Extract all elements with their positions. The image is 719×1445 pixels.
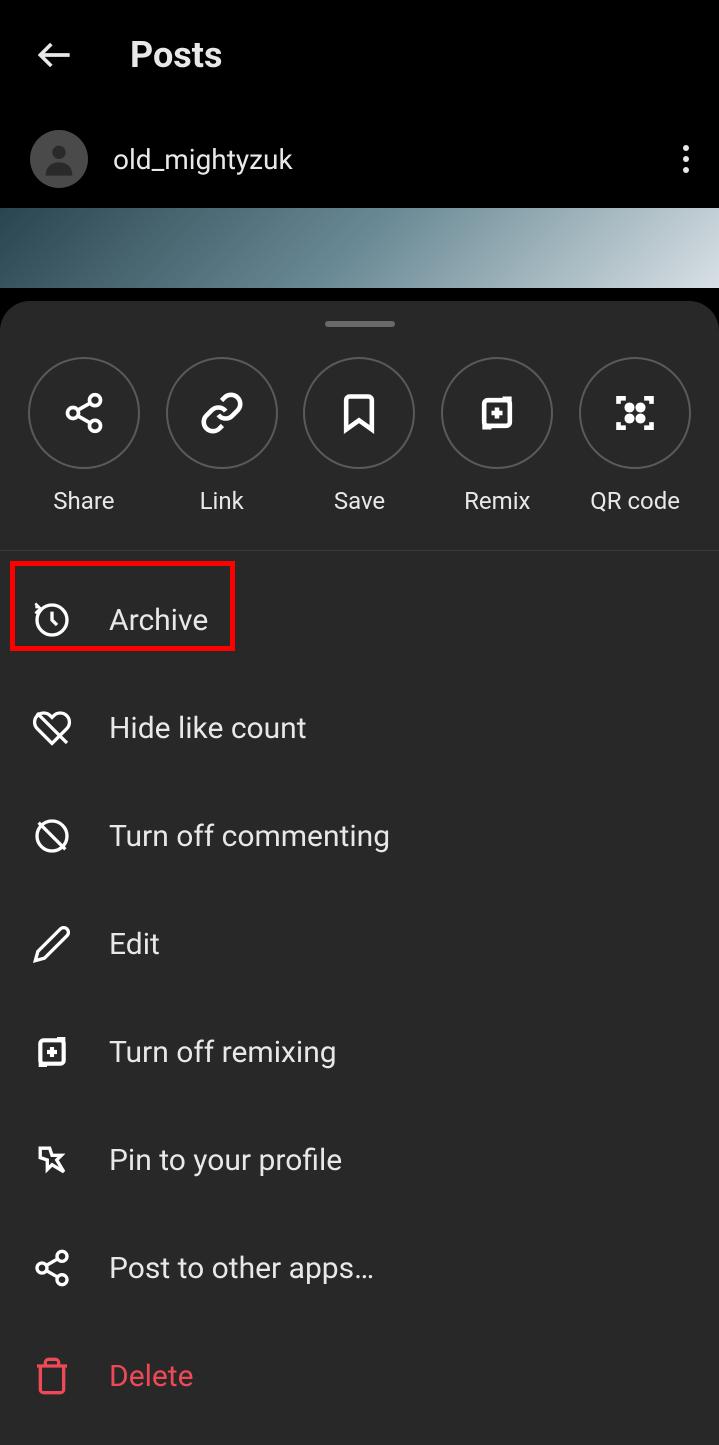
dot-icon <box>683 156 689 162</box>
dot-icon <box>683 167 689 173</box>
comment-off-icon <box>32 816 72 856</box>
qrcode-button[interactable]: QR code <box>579 357 691 515</box>
avatar[interactable] <box>30 130 88 188</box>
share-label: Share <box>53 487 114 515</box>
edit-menu-item[interactable]: Edit <box>0 890 719 998</box>
hide-likes-menu-item[interactable]: Hide like count <box>0 674 719 782</box>
remix-off-icon <box>32 1032 72 1072</box>
sheet-handle[interactable] <box>325 321 395 327</box>
more-options-button[interactable] <box>683 145 689 173</box>
turn-off-remix-label: Turn off remixing <box>109 1035 337 1070</box>
post-other-label: Post to other apps… <box>109 1251 374 1286</box>
trash-icon <box>32 1356 72 1396</box>
link-button[interactable]: Link <box>166 357 278 515</box>
turn-off-comments-menu-item[interactable]: Turn off commenting <box>0 782 719 890</box>
turn-off-remix-menu-item[interactable]: Turn off remixing <box>0 998 719 1106</box>
archive-label: Archive <box>109 603 208 638</box>
pencil-icon <box>32 924 72 964</box>
username[interactable]: old_mightyzuk <box>113 143 293 176</box>
edit-label: Edit <box>109 927 160 962</box>
share-button[interactable]: Share <box>28 357 140 515</box>
arrow-left-icon <box>33 33 77 77</box>
back-button[interactable] <box>30 30 80 80</box>
pin-icon <box>32 1140 72 1180</box>
heart-off-icon <box>32 708 72 748</box>
remix-label: Remix <box>464 487 530 515</box>
link-label: Link <box>200 487 244 515</box>
user-row: old_mightyzuk <box>0 110 719 208</box>
header: Posts <box>0 0 719 110</box>
share-nodes-icon <box>32 1248 72 1288</box>
menu-list: Archive Hide like count Turn off comment… <box>0 551 719 1445</box>
dot-icon <box>683 145 689 151</box>
link-icon <box>200 391 244 435</box>
delete-menu-item[interactable]: Delete <box>0 1322 719 1430</box>
share-icon <box>62 391 106 435</box>
save-button[interactable]: Save <box>303 357 415 515</box>
bottom-sheet: Share Link Save <box>0 301 719 1445</box>
remix-button[interactable]: Remix <box>441 357 553 515</box>
post-other-menu-item[interactable]: Post to other apps… <box>0 1214 719 1322</box>
hide-likes-label: Hide like count <box>109 711 307 746</box>
turn-off-comments-label: Turn off commenting <box>109 819 390 854</box>
save-label: Save <box>334 487 385 515</box>
archive-icon <box>32 600 72 640</box>
page-title: Posts <box>130 34 222 76</box>
pin-menu-item[interactable]: Pin to your profile <box>0 1106 719 1214</box>
delete-label: Delete <box>109 1359 194 1394</box>
pin-label: Pin to your profile <box>109 1143 342 1178</box>
qrcode-label: QR code <box>590 487 680 515</box>
archive-menu-item[interactable]: Archive <box>0 566 719 674</box>
person-icon <box>39 139 79 179</box>
post-image <box>0 208 719 288</box>
remix-icon <box>475 391 519 435</box>
qrcode-icon <box>613 391 657 435</box>
action-row: Share Link Save <box>0 357 719 551</box>
bookmark-icon <box>337 391 381 435</box>
